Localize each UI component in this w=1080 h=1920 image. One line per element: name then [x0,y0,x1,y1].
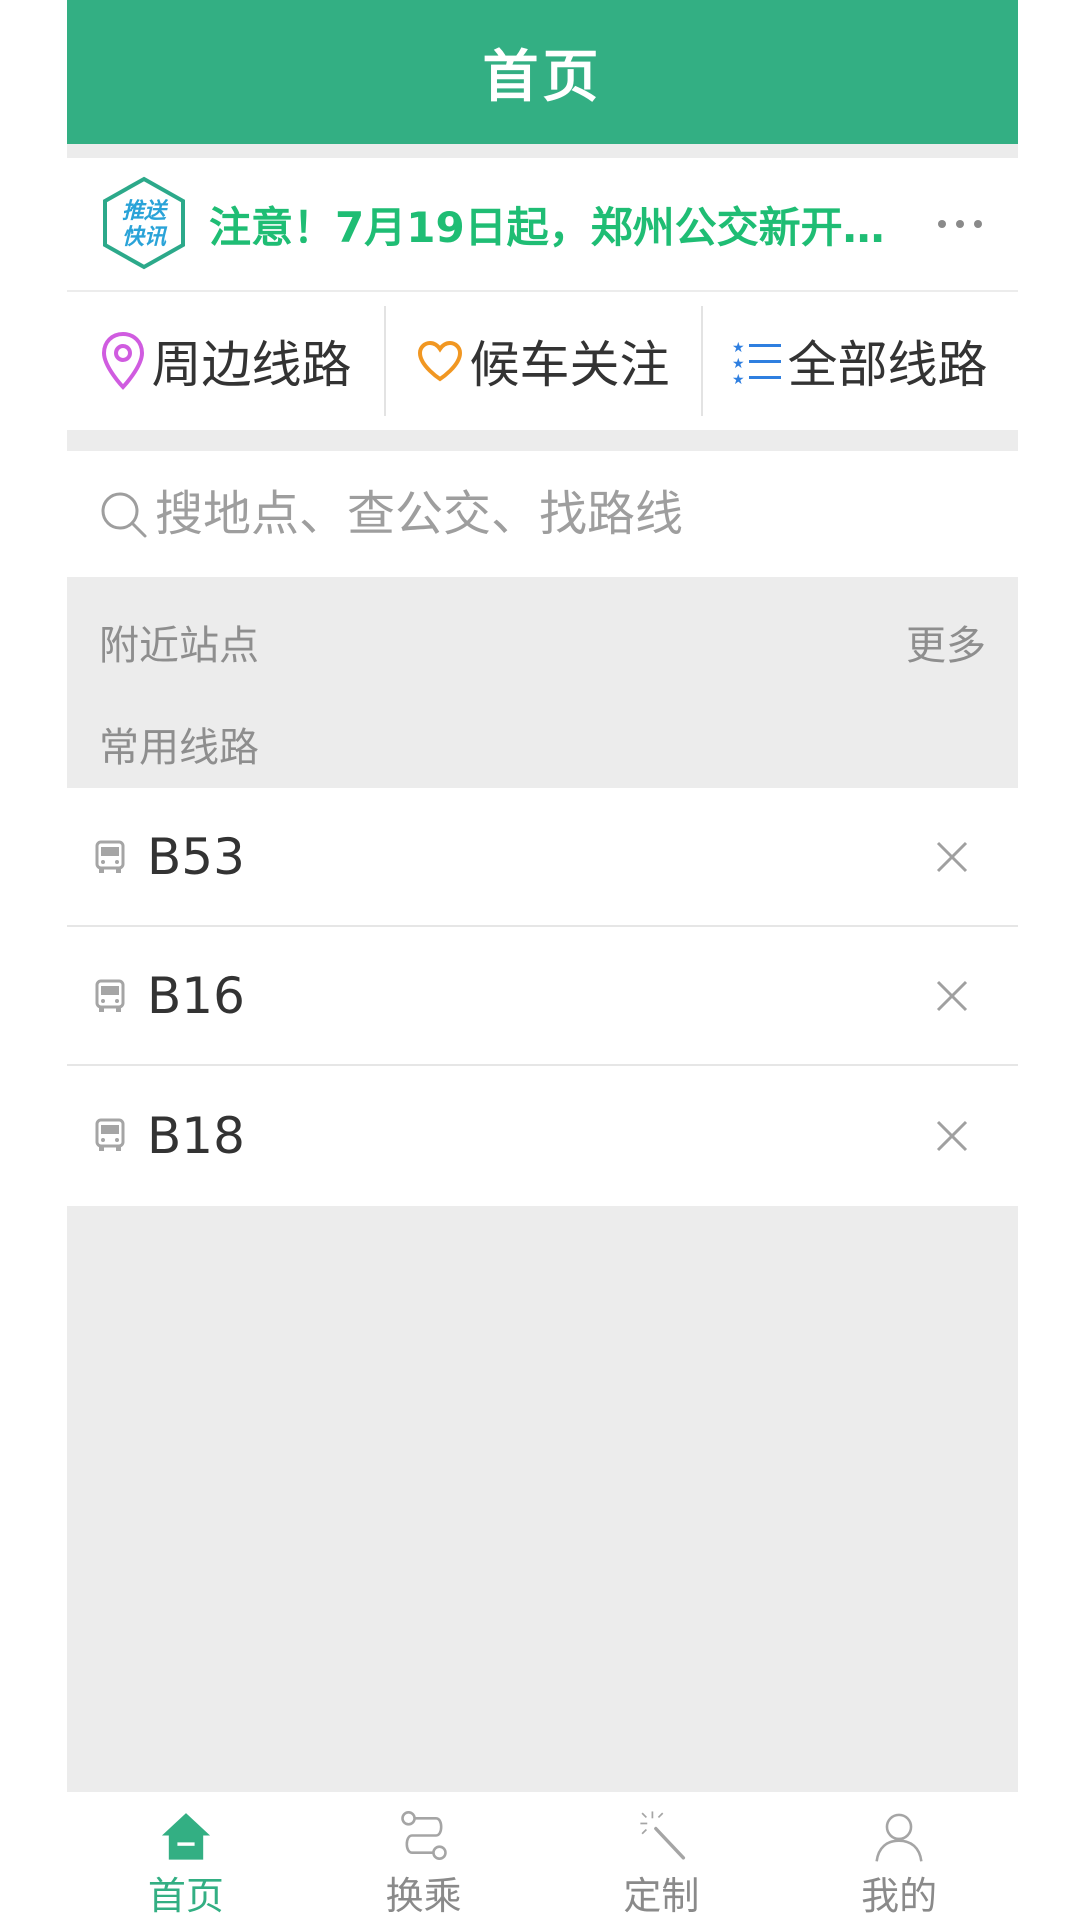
app-frame: 首页 推送 快讯 注意！7月19日起，郑州公交新开… 周边线路 候车关注 ★ ★… [67,0,1018,1920]
nearby-stations-label: 附近站点 [99,623,259,669]
location-pin-icon [101,331,144,390]
page-header: 首页 [67,0,1018,144]
route-item[interactable]: B53 [67,788,1018,927]
push-news-badge-icon: 推送 快讯 [103,176,185,270]
tab-transfer[interactable]: 换乘 [305,1792,543,1920]
user-icon [875,1813,923,1862]
route-item[interactable]: B18 [67,1066,1018,1205]
svg-text:★: ★ [732,356,745,372]
close-icon[interactable] [932,976,972,1016]
common-routes-label: 常用线路 [99,725,259,771]
badge-text-line1: 推送 [122,199,169,224]
close-icon[interactable] [932,837,972,877]
route-list: B53 B16 B18 [67,788,1018,1206]
more-dots-icon[interactable] [930,158,990,290]
heart-icon [417,340,462,382]
route-name: B18 [147,1106,245,1165]
bottom-tab-bar: 首页 换乘 定制 我的 [67,1792,1018,1920]
shortcut-label: 周边线路 [151,336,352,394]
search-icon [101,492,147,538]
tab-label: 换乘 [385,1874,462,1918]
common-routes-section: 常用线路 [67,696,1018,792]
home-icon [161,1813,210,1860]
route-name: B16 [147,966,245,1025]
nearby-stations-section: 附近站点 更多 [67,594,1018,690]
route-item[interactable]: B16 [67,927,1018,1066]
more-link[interactable]: 更多 [906,613,986,671]
bus-icon [95,979,125,1012]
list-icon: ★ ★ ★ [732,340,781,384]
svg-text:★: ★ [732,372,745,384]
notice-bar[interactable]: 推送 快讯 注意！7月19日起，郑州公交新开… [67,158,1018,290]
transfer-route-icon [400,1811,447,1860]
shortcut-all-routes[interactable]: ★ ★ ★ 全部线路 [701,292,1018,430]
tab-home[interactable]: 首页 [67,1792,305,1920]
badge-text-line2: 快讯 [122,225,168,250]
route-name: B53 [147,827,245,886]
tab-label: 定制 [623,1874,700,1918]
close-icon[interactable] [932,1116,972,1156]
shortcut-row: 周边线路 候车关注 ★ ★ ★ 全部线路 [67,292,1018,430]
tab-label: 首页 [147,1874,224,1918]
svg-text:★: ★ [732,340,745,356]
search-input[interactable] [155,451,975,577]
page-title: 首页 [482,44,603,110]
tab-custom[interactable]: 定制 [543,1792,781,1920]
bus-icon [95,1118,125,1151]
search-bar[interactable] [67,451,1018,577]
shortcut-label: 全部线路 [787,336,988,394]
shortcut-waiting-follow[interactable]: 候车关注 [384,292,701,430]
shortcut-label: 候车关注 [469,336,670,394]
tab-mine[interactable]: 我的 [780,1792,1018,1920]
shortcut-nearby-routes[interactable]: 周边线路 [67,292,384,430]
bus-icon [95,840,125,873]
magic-wand-icon [640,1811,686,1860]
tab-label: 我的 [861,1874,938,1918]
notice-text[interactable]: 注意！7月19日起，郑州公交新开… [209,158,889,290]
